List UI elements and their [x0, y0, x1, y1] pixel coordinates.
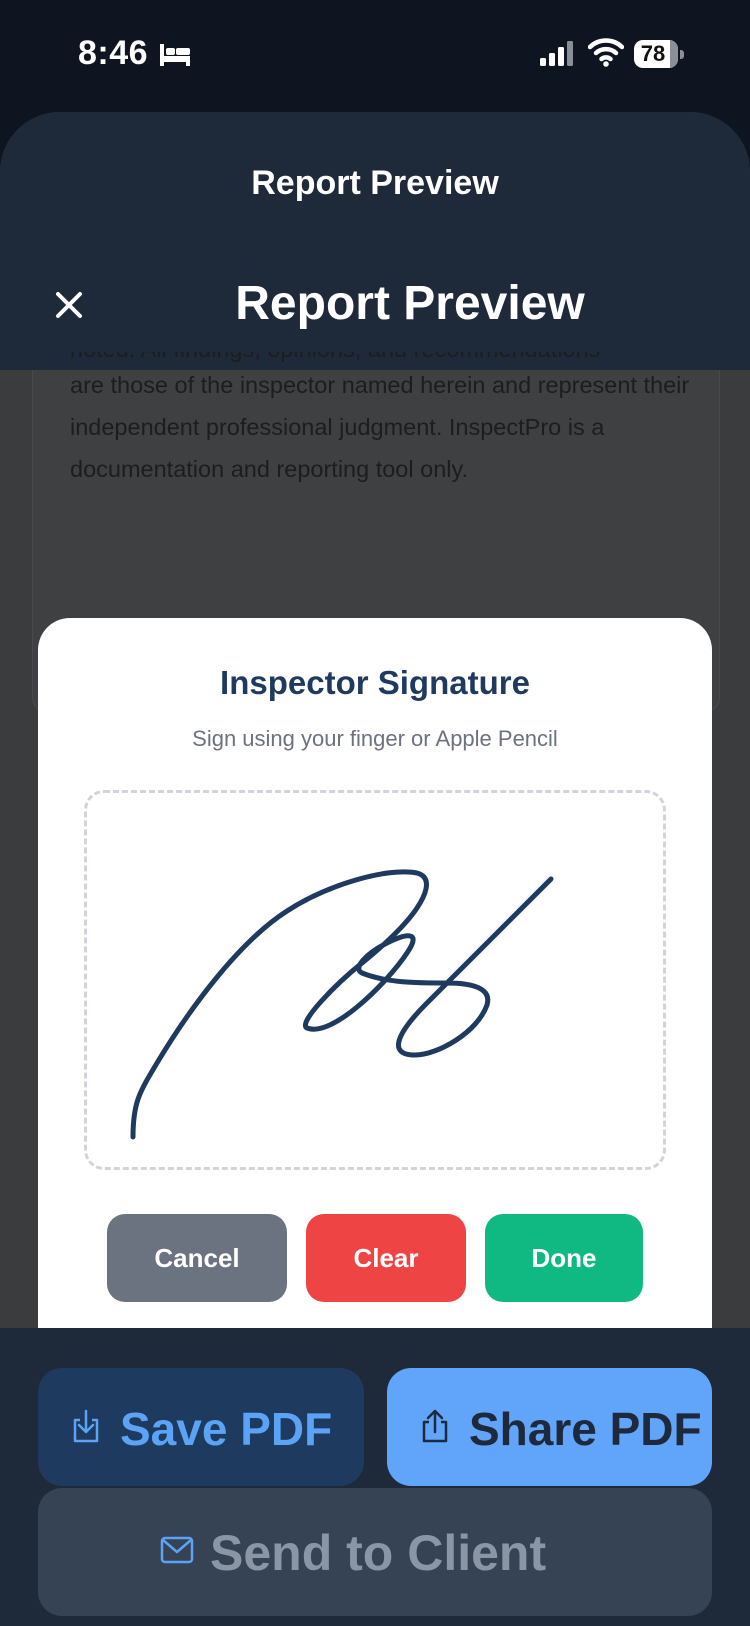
download-icon: [73, 1409, 99, 1443]
cellular-signal-icon: [540, 41, 573, 66]
signature-pad[interactable]: [84, 790, 666, 1170]
report-text-cut-line: noted. All findings, opinions, and recom…: [70, 352, 690, 370]
mail-icon: [160, 1536, 194, 1564]
share-icon: [422, 1409, 448, 1443]
share-pdf-button[interactable]: Share PDF: [387, 1368, 712, 1486]
wifi-icon: [588, 38, 624, 67]
page-title: Report Preview: [235, 277, 585, 330]
status-bar: 8:46 78: [0, 0, 750, 112]
modal-title: Inspector Signature: [220, 664, 530, 701]
send-to-client-button[interactable]: Send to Client: [38, 1488, 712, 1616]
signature-stroke: [130, 869, 554, 1140]
status-time: 8:46: [78, 34, 149, 72]
send-to-client-label: Send to Client: [210, 1525, 547, 1581]
clear-button[interactable]: Clear: [306, 1214, 466, 1302]
sheet-title: Report Preview: [251, 164, 499, 202]
signature-modal: Inspector Signature Sign using your fing…: [38, 618, 712, 1338]
battery-level: 78: [640, 41, 666, 66]
modal-subtitle: Sign using your finger or Apple Pencil: [192, 726, 558, 751]
done-button[interactable]: Done: [485, 1214, 643, 1302]
cancel-button[interactable]: Cancel: [107, 1214, 287, 1302]
sheet-header: Report Preview Report Preview: [0, 112, 750, 370]
sleep-focus-icon: [160, 44, 190, 66]
save-pdf-label: Save PDF: [120, 1403, 333, 1455]
share-pdf-label: Share PDF: [469, 1403, 702, 1455]
bottom-action-bar: Save PDF Share PDF Send to Client: [0, 1328, 750, 1626]
battery-indicator: 78: [634, 40, 686, 70]
save-pdf-button[interactable]: Save PDF: [38, 1368, 364, 1486]
